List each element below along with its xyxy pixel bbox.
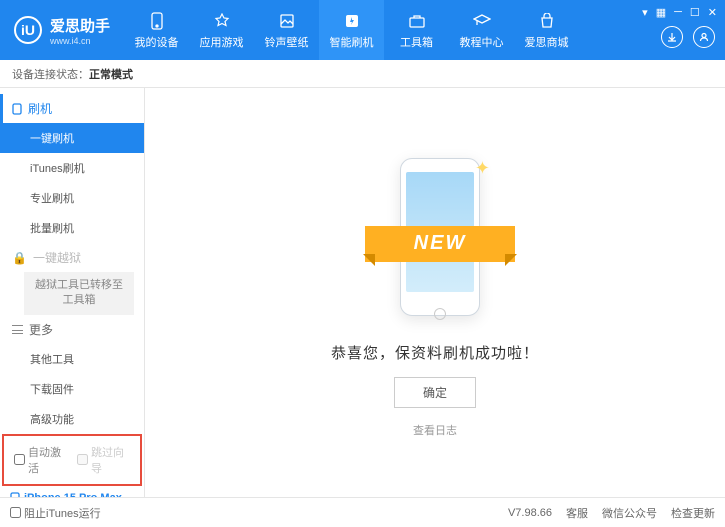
maximize-icon[interactable]: ☐ <box>690 6 700 19</box>
checkbox-auto-activate[interactable]: 自动激活 <box>14 444 67 476</box>
minimize-icon[interactable]: ─ <box>674 6 682 19</box>
nav-toolbox[interactable]: 工具箱 <box>384 0 449 60</box>
download-icon[interactable] <box>661 26 683 48</box>
lock-icon: 🔒 <box>12 251 27 265</box>
store-icon <box>537 11 557 31</box>
flash-icon <box>342 11 362 31</box>
skin-icon[interactable]: ▦ <box>656 6 666 19</box>
sidebar-item-other-tools[interactable]: 其他工具 <box>0 344 144 374</box>
sidebar-item-pro-flash[interactable]: 专业刷机 <box>0 183 144 213</box>
sidebar-item-advanced[interactable]: 高级功能 <box>0 404 144 434</box>
version-label: V7.98.66 <box>508 507 552 519</box>
toolbox-icon <box>407 11 427 31</box>
sidebar-section-more[interactable]: 更多 <box>0 315 144 344</box>
support-link[interactable]: 客服 <box>566 505 588 521</box>
logo-area: iU 爱思助手 www.i4.cn <box>0 15 124 46</box>
main-content: ✦ NEW 恭喜您，保资料刷机成功啦！ 确定 查看日志 <box>145 88 725 497</box>
sidebar: 刷机 一键刷机 iTunes刷机 专业刷机 批量刷机 🔒一键越狱 越狱工具已转移… <box>0 88 145 497</box>
checkbox-skip-guide[interactable]: 跳过向导 <box>77 444 130 476</box>
device-name: iPhone 15 Pro Max <box>24 492 122 497</box>
nav-store[interactable]: 爱思商城 <box>514 0 579 60</box>
sidebar-section-flash[interactable]: 刷机 <box>0 94 144 123</box>
sidebar-section-jailbreak: 🔒一键越狱 <box>0 243 144 272</box>
footer: 阻止iTunes运行 V7.98.66 客服 微信公众号 检查更新 <box>0 497 725 527</box>
user-icon[interactable] <box>693 26 715 48</box>
sidebar-item-oneclick-flash[interactable]: 一键刷机 <box>0 123 144 153</box>
ok-button[interactable]: 确定 <box>394 377 476 408</box>
sparkle-icon: ✦ <box>475 158 490 179</box>
device-info: iPhone 15 Pro Max 512GB iPhone <box>0 486 144 497</box>
checkbox-block-itunes[interactable]: 阻止iTunes运行 <box>10 505 101 521</box>
app-header: iU 爱思助手 www.i4.cn 我的设备 应用游戏 铃声壁纸 智能刷机 工具… <box>0 0 725 60</box>
app-url: www.i4.cn <box>50 36 110 46</box>
wechat-link[interactable]: 微信公众号 <box>602 505 657 521</box>
connection-mode: 正常模式 <box>89 66 133 82</box>
nav-smart-flash[interactable]: 智能刷机 <box>319 0 384 60</box>
close-icon[interactable]: ✕ <box>708 6 717 19</box>
tutorial-icon <box>472 11 492 31</box>
status-bar: 设备连接状态：正常模式 <box>0 60 725 88</box>
nav-apps-games[interactable]: 应用游戏 <box>189 0 254 60</box>
header-right-icons <box>661 26 715 48</box>
sidebar-item-download-firmware[interactable]: 下载固件 <box>0 374 144 404</box>
sidebar-item-itunes-flash[interactable]: iTunes刷机 <box>0 153 144 183</box>
check-update-link[interactable]: 检查更新 <box>671 505 715 521</box>
main-nav: 我的设备 应用游戏 铃声壁纸 智能刷机 工具箱 教程中心 爱思商城 <box>124 0 579 60</box>
app-title: 爱思助手 <box>50 15 110 36</box>
nav-my-device[interactable]: 我的设备 <box>124 0 189 60</box>
apps-icon <box>212 11 232 31</box>
logo-icon: iU <box>14 16 42 44</box>
success-message: 恭喜您，保资料刷机成功啦！ <box>331 342 539 363</box>
nav-ringtones[interactable]: 铃声壁纸 <box>254 0 319 60</box>
sidebar-item-batch-flash[interactable]: 批量刷机 <box>0 213 144 243</box>
option-checkboxes: 自动激活 跳过向导 <box>2 434 142 486</box>
wallpaper-icon <box>277 11 297 31</box>
phone-small-icon <box>12 103 22 115</box>
device-phone-icon <box>10 492 20 497</box>
menu-icon[interactable]: ▾ <box>642 6 648 19</box>
view-log-link[interactable]: 查看日志 <box>413 422 457 438</box>
list-icon <box>12 325 23 334</box>
sidebar-jailbreak-note: 越狱工具已转移至工具箱 <box>24 272 134 315</box>
success-illustration: ✦ NEW <box>370 148 500 328</box>
window-controls: ▾ ▦ ─ ☐ ✕ <box>642 6 717 19</box>
nav-tutorials[interactable]: 教程中心 <box>449 0 514 60</box>
new-ribbon: NEW <box>365 226 515 262</box>
phone-icon <box>147 11 167 31</box>
